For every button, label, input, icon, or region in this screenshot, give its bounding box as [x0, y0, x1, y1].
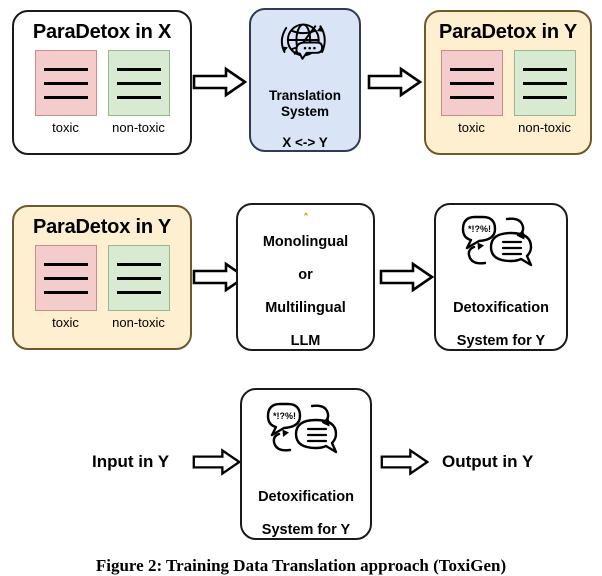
nontoxic-label: non-toxic [112, 315, 165, 330]
nontoxic-swatch [514, 50, 576, 116]
detox-line-2: System for Y [457, 333, 545, 349]
arrow-llm-to-detox [379, 261, 435, 293]
paradetox-in-x-box: ParaDetox in X toxic non-toxic [12, 10, 192, 155]
text-line [450, 96, 494, 99]
speech-bubbles-detox-icon: *!?%! [264, 398, 348, 464]
llm-box: Monolingual or Multilingual LLM [236, 203, 375, 351]
text-line [117, 68, 161, 71]
text-line [523, 82, 567, 85]
text-line [44, 82, 88, 85]
paradetox-in-x-columns: toxic non-toxic [35, 50, 170, 135]
detoxification-trained-label: Detoxification System for Y [453, 283, 549, 349]
toxic-swatch [441, 50, 503, 116]
nontoxic-swatch [108, 50, 170, 116]
llm-line-1: Monolingual [263, 234, 348, 250]
text-line [523, 96, 567, 99]
translation-line-1: Translation System [269, 88, 341, 119]
text-line [117, 96, 161, 99]
text-line [450, 68, 494, 71]
dataset-column-toxic: toxic [35, 50, 97, 135]
paradetox-in-y-training-title: ParaDetox in Y [33, 216, 171, 239]
dataset-column-nontoxic: non-toxic [108, 245, 170, 330]
detoxification-system-trained-box: *!?%! Detoxification System for Y [434, 203, 568, 351]
llm-line-3: Multilingual [265, 300, 346, 316]
toxic-label: toxic [52, 120, 79, 135]
output-in-y-label: Output in Y [442, 452, 533, 472]
input-in-y-label: Input in Y [92, 452, 169, 472]
arrow-x-to-translation [192, 66, 248, 98]
text-line [44, 291, 88, 294]
paradetox-in-y-top-box: ParaDetox in Y toxic non-toxic [424, 10, 592, 155]
text-line [44, 68, 88, 71]
detox-line-1: Detoxification [453, 300, 549, 316]
llm-line-4: LLM [291, 333, 321, 349]
text-line [450, 82, 494, 85]
text-line [44, 263, 88, 266]
toxic-label: toxic [52, 315, 79, 330]
nontoxic-label: non-toxic [112, 120, 165, 135]
paradetox-in-x-title: ParaDetox in X [33, 21, 171, 44]
speech-bubbles-detox-icon: *!?%! [459, 211, 543, 277]
figure-canvas: ParaDetox in X toxic non-toxic [0, 0, 602, 574]
llm-label: Monolingual or Multilingual LLM [263, 217, 348, 349]
figure-caption: Figure 2: Training Data Translation appr… [0, 556, 602, 576]
text-line [117, 291, 161, 294]
arrow-translation-to-y [367, 66, 423, 98]
arrow-input-to-detox [192, 447, 242, 477]
dataset-column-nontoxic: non-toxic [514, 50, 576, 135]
detoxification-system-inference-box: *!?%! Detoxification System for Y [240, 388, 372, 540]
text-line [44, 277, 88, 280]
detox-line-1: Detoxification [258, 489, 354, 505]
toxic-symbols: *!?%! [468, 224, 491, 234]
llm-line-2: or [298, 267, 313, 283]
text-line [117, 82, 161, 85]
globe-translate-icon [269, 16, 341, 73]
nontoxic-swatch [108, 245, 170, 311]
paradetox-in-y-top-title: ParaDetox in Y [439, 21, 577, 44]
translation-line-2: X <-> Y [282, 135, 328, 150]
detoxification-inference-label: Detoxification System for Y [258, 472, 354, 538]
dataset-column-nontoxic: non-toxic [108, 50, 170, 135]
paradetox-in-y-training-columns: toxic non-toxic [35, 245, 170, 330]
dataset-column-toxic: toxic [441, 50, 503, 135]
detox-line-2: System for Y [262, 522, 350, 538]
text-line [117, 263, 161, 266]
arrow-detox-to-output [380, 447, 430, 477]
paradetox-in-y-top-columns: toxic non-toxic [441, 50, 576, 135]
translation-system-label: Translation System X <-> Y [251, 73, 359, 151]
toxic-symbols: *!?%! [273, 411, 296, 421]
text-line [523, 68, 567, 71]
text-line [44, 96, 88, 99]
toxic-swatch [35, 245, 97, 311]
hugging-face-icon [276, 212, 336, 216]
text-line [117, 277, 161, 280]
translation-system-box: Translation System X <-> Y [249, 8, 361, 152]
nontoxic-label: non-toxic [518, 120, 571, 135]
toxic-swatch [35, 50, 97, 116]
toxic-label: toxic [458, 120, 485, 135]
paradetox-in-y-training-box: ParaDetox in Y toxic non-toxic [12, 205, 192, 350]
dataset-column-toxic: toxic [35, 245, 97, 330]
